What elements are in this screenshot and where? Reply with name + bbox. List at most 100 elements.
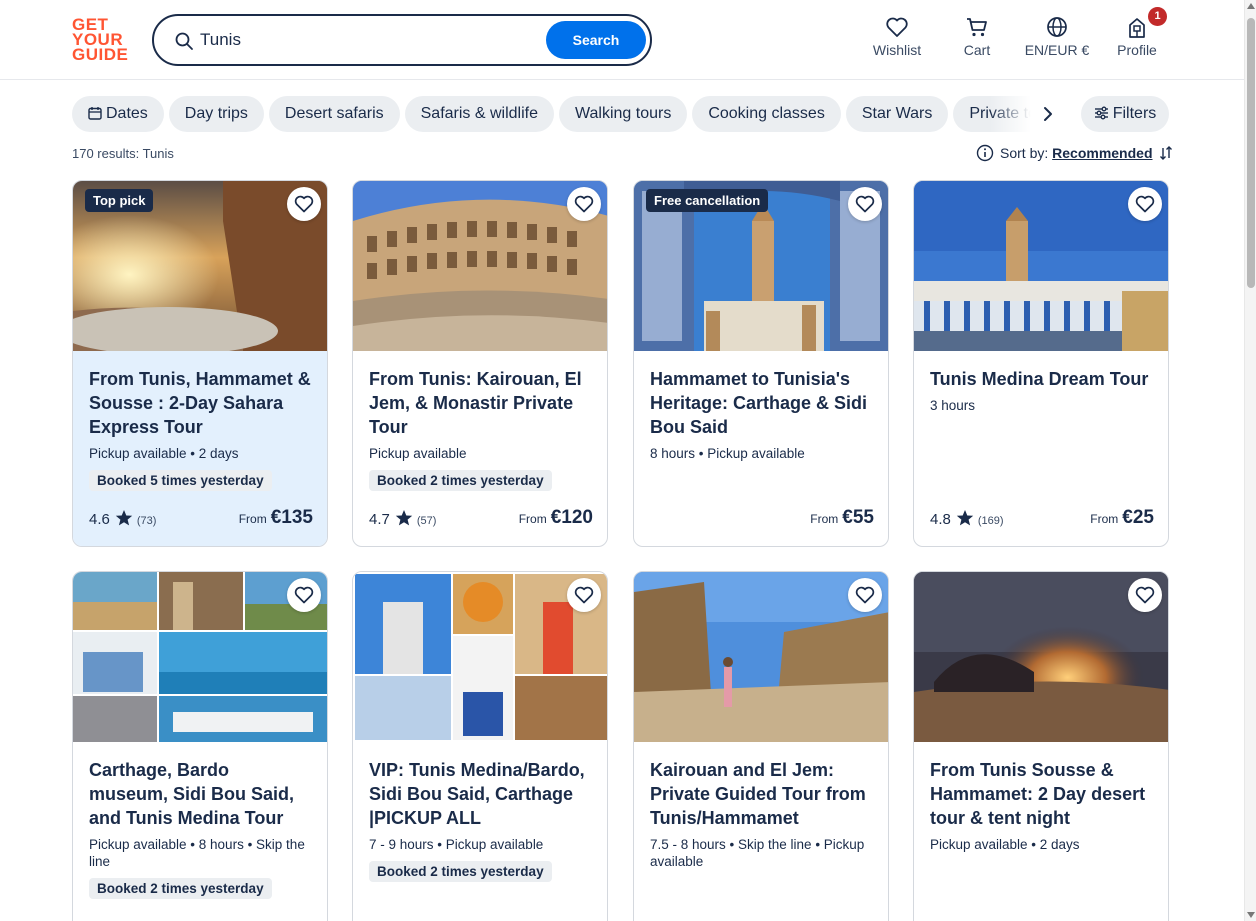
price: From €25 <box>1090 507 1154 529</box>
chevron-right-icon[interactable] <box>1038 104 1058 124</box>
wishlist-toggle[interactable] <box>1128 578 1162 612</box>
chip-safaris-wildlife[interactable]: Safaris & wildlife <box>404 96 554 132</box>
chip-star-wars[interactable]: Star Wars <box>845 96 949 132</box>
wishlist-toggle[interactable] <box>567 578 601 612</box>
profile-label: Profile <box>1117 42 1157 58</box>
price-prefix: From <box>1090 512 1119 526</box>
activity-card[interactable]: Free cancellation Hammamet to Tunisia's … <box>633 180 889 547</box>
card-footer: From €55 <box>650 507 874 531</box>
heart-icon <box>294 195 314 213</box>
wishlist-toggle[interactable] <box>567 187 601 221</box>
chip-dates[interactable]: Dates <box>72 96 164 132</box>
site-header: GET YOUR GUIDE Search Wishlist Cart EN/E <box>0 0 1244 80</box>
rating: 4.7 (57) <box>369 509 436 528</box>
activity-title[interactable]: From Tunis Sousse & Hammamet: 2 Day dese… <box>930 758 1154 830</box>
booked-badge: Booked 2 times yesterday <box>369 470 552 491</box>
search-button[interactable]: Search <box>546 21 646 59</box>
search-icon <box>175 32 193 50</box>
price: From €135 <box>239 507 313 529</box>
card-body: From Tunis, Hammamet & Sousse : 2-Day Sa… <box>73 351 327 546</box>
cart-label: Cart <box>963 42 991 58</box>
price-value: €25 <box>1122 507 1154 528</box>
heart-icon <box>1135 195 1155 213</box>
activity-card[interactable]: VIP: Tunis Medina/Bardo, Sidi Bou Said, … <box>352 571 608 921</box>
price-prefix: From <box>238 512 267 526</box>
activity-meta: 3 hours <box>930 398 976 413</box>
card-footer: 4.8 (169) From €25 <box>930 507 1154 531</box>
activity-card[interactable]: From Tunis: Kairouan, El Jem, & Monastir… <box>352 180 608 547</box>
page-scrollbar[interactable] <box>1244 0 1256 921</box>
card-body: From Tunis: Kairouan, El Jem, & Monastir… <box>353 351 607 546</box>
rating-value: 4.8 <box>930 511 951 528</box>
activity-title[interactable]: Tunis Medina Dream Tour <box>930 367 1154 391</box>
globe-icon <box>1047 17 1067 37</box>
price-prefix: From <box>810 512 839 526</box>
wishlist-toggle[interactable] <box>287 578 321 612</box>
chip-day-trips[interactable]: Day trips <box>168 96 264 132</box>
language-currency-nav[interactable]: EN/EUR € <box>1022 16 1092 66</box>
rating: 4.6 (73) <box>89 509 156 528</box>
search-input[interactable] <box>200 26 530 54</box>
activity-title[interactable]: From Tunis, Hammamet & Sousse : 2-Day Sa… <box>89 367 313 439</box>
activity-card[interactable]: Top pick From Tunis, Hammamet & Sousse :… <box>72 180 328 547</box>
card-footer: 4.7 (57) From €120 <box>369 507 593 531</box>
wishlist-toggle[interactable] <box>848 578 882 612</box>
profile-nav[interactable]: Profile 1 <box>1114 7 1167 66</box>
sort-arrows-icon[interactable] <box>1159 145 1173 161</box>
card-body: Hammamet to Tunisia's Heritage: Carthage… <box>634 351 888 546</box>
price-value: €135 <box>270 507 313 528</box>
wishlist-nav[interactable]: Wishlist <box>868 16 926 66</box>
sort-value[interactable]: Recommended <box>1052 145 1152 161</box>
activity-card[interactable]: Tunis Medina Dream Tour 3 hours 4.8 (169)… <box>913 180 1169 547</box>
search-bar: Search <box>152 14 652 66</box>
review-count: (169) <box>977 515 1004 527</box>
rating: 4.8 (169) <box>930 509 1004 528</box>
wishlist-toggle[interactable] <box>1128 187 1162 221</box>
chip-label: Dates <box>106 105 148 122</box>
booked-badge: Booked 2 times yesterday <box>89 878 272 899</box>
scroll-thumb[interactable] <box>1247 18 1255 288</box>
activity-title[interactable]: Hammamet to Tunisia's Heritage: Carthage… <box>650 367 874 439</box>
filters-button[interactable]: Filters <box>1081 96 1169 132</box>
card-body: Carthage, Bardo museum, Sidi Bou Said, a… <box>73 742 327 921</box>
activity-meta: Pickup available • 2 days <box>89 446 239 461</box>
activity-title[interactable]: Kairouan and El Jem: Private Guided Tour… <box>650 758 874 830</box>
chip-cooking-classes[interactable]: Cooking classes <box>692 96 841 132</box>
heart-icon <box>855 195 875 213</box>
activity-meta: 8 hours • Pickup available <box>650 446 805 461</box>
wishlist-label: Wishlist <box>872 42 922 58</box>
activity-title[interactable]: VIP: Tunis Medina/Bardo, Sidi Bou Said, … <box>369 758 593 830</box>
calendar-icon <box>88 107 102 120</box>
price-value: €55 <box>842 507 874 528</box>
card-footer: 4.6 (73) From €135 <box>89 507 313 531</box>
cart-nav[interactable]: Cart <box>952 16 1002 66</box>
star-icon <box>115 510 133 526</box>
activity-card[interactable]: Carthage, Bardo museum, Sidi Bou Said, a… <box>72 571 328 921</box>
star-icon <box>395 510 413 526</box>
results-count: 170 results: Tunis <box>72 146 174 161</box>
profile-icon <box>1129 18 1145 38</box>
booked-badge: Booked 2 times yesterday <box>369 861 552 882</box>
info-icon[interactable] <box>976 144 994 162</box>
scroll-up-arrow[interactable] <box>1247 3 1255 9</box>
chip-walking-tours[interactable]: Walking tours <box>559 96 688 132</box>
review-count: (73) <box>136 515 157 527</box>
getyourguide-logo[interactable]: GET YOUR GUIDE <box>72 16 130 63</box>
wishlist-toggle[interactable] <box>848 187 882 221</box>
price-prefix: From <box>518 512 547 526</box>
star-icon <box>956 510 974 526</box>
chip-desert-safaris[interactable]: Desert safaris <box>268 96 400 132</box>
heart-icon <box>855 586 875 604</box>
heart-icon <box>294 586 314 604</box>
scroll-down-arrow[interactable] <box>1247 912 1255 918</box>
activity-meta: Pickup available <box>369 446 467 461</box>
wishlist-toggle[interactable] <box>287 187 321 221</box>
sort-control[interactable]: Sort by: Recommended <box>976 144 1173 164</box>
activity-title[interactable]: From Tunis: Kairouan, El Jem, & Monastir… <box>369 367 593 439</box>
sort-label: Sort by: <box>1000 145 1049 161</box>
activity-title[interactable]: Carthage, Bardo museum, Sidi Bou Said, a… <box>89 758 313 830</box>
activity-meta: 7.5 - 8 hours • Skip the line • Pickup a… <box>650 837 865 869</box>
price-value: €120 <box>550 507 593 528</box>
activity-card[interactable]: From Tunis Sousse & Hammamet: 2 Day dese… <box>913 571 1169 921</box>
activity-card[interactable]: Kairouan and El Jem: Private Guided Tour… <box>633 571 889 921</box>
